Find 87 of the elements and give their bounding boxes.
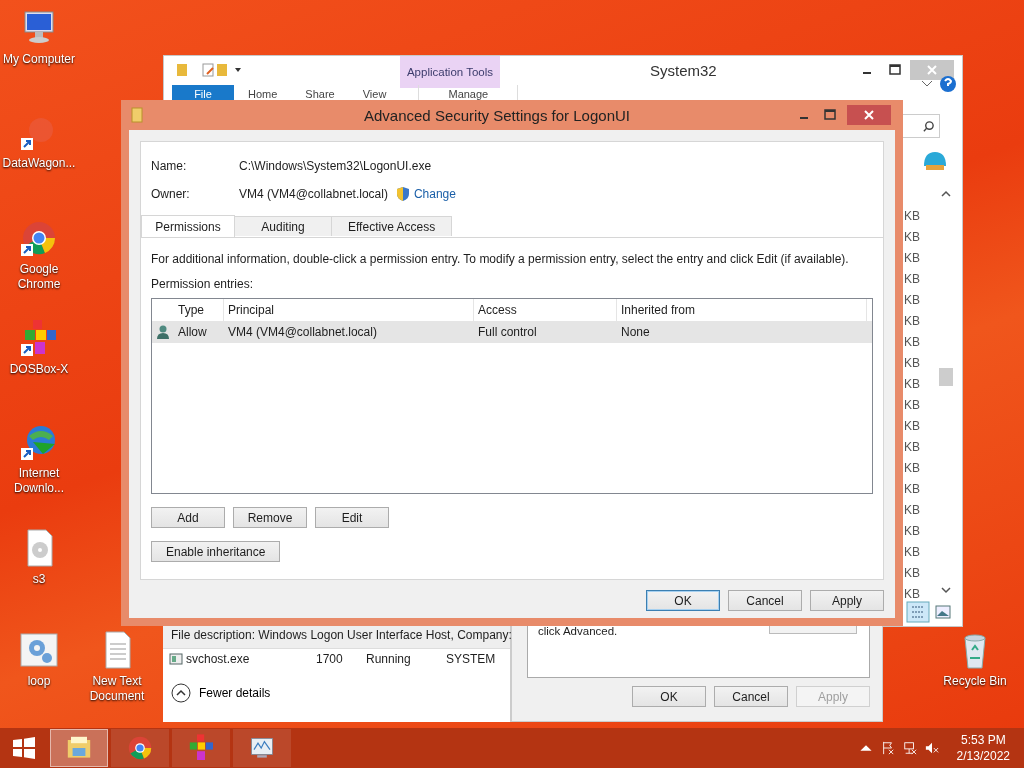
dialog-button[interactable]: OK [632,686,706,707]
tab[interactable]: Effective Access [331,216,453,236]
entry-button[interactable]: Add [151,507,225,528]
gear-icon[interactable] [19,630,59,670]
dialog-button[interactable]: Cancel [714,686,788,707]
ribbon-tab[interactable]: Share [291,85,349,102]
dialog-button[interactable]: Apply [810,590,884,611]
file-size: KB [904,397,920,414]
network-icon[interactable] [902,741,917,755]
view-mode-icon[interactable] [906,601,954,623]
file-size: KB [904,355,920,372]
name-label: Name: [151,159,188,173]
dialog-button[interactable]: Cancel [728,590,802,611]
start-icon[interactable] [12,736,36,760]
enable-inheritance-button[interactable]: Enable inheritance [151,541,281,562]
table-cell-text: Allow [177,325,208,339]
process-status: Running [366,652,412,666]
file-size: KB [904,334,920,351]
flag-icon[interactable] [880,741,895,755]
user-icon [156,324,170,340]
process-icon [169,653,183,665]
close-icon[interactable] [847,105,891,125]
dialog-title: Advanced Security Settings for LogonUI [363,106,631,124]
permission-entries-label: Permission entries: [151,277,255,291]
process-name: svchost.exe [186,652,251,666]
window-title: System32 [650,62,717,79]
close-icon[interactable] [910,60,954,80]
file-path: C:\Windows\System32\LogonUI.exe [239,159,432,173]
tab[interactable]: Auditing [234,216,332,236]
file-size: KB [904,376,920,393]
folder-icon [131,107,143,123]
file-size: KB [904,439,920,456]
contextual-tab-label: Application Tools [400,56,500,88]
scroll-down-icon[interactable] [941,586,951,594]
file-size: KB [904,418,920,435]
owner-label: Owner: [151,187,191,201]
chrome-taskbar-button[interactable] [111,729,169,767]
file-size: KB [904,544,920,561]
monitor-taskbar-button[interactable] [233,729,291,767]
table-cell-text: None [620,325,651,339]
desktop-icon-label[interactable]: New Text Document [78,674,156,704]
owner-value: VM4 (VM4@collabnet.local) [239,187,388,201]
desktop-icon-label[interactable]: DOSBox-X [0,362,78,377]
desktop-icon-label[interactable]: Internet Downlo... [0,466,78,496]
fewer-details-button[interactable]: Fewer details [171,683,271,703]
tab[interactable]: Permissions [141,215,235,237]
file-size: KB [904,502,920,519]
table-cell-text: VM4 (VM4@collabnet.local) [227,325,378,339]
file-size: KB [904,208,920,225]
process-user: SYSTEM [446,652,496,666]
table-cell-text: Full control [477,325,538,339]
info-text: For additional information, double-click a permission entry. To modify a permission entry, select the entry and click Edit (if available). [151,252,850,266]
change-link[interactable]: Change [413,187,456,201]
desktop-icon-label[interactable]: My Computer [0,52,78,67]
muted-speaker-icon[interactable] [924,741,939,755]
file-size: KB [904,586,920,603]
desktop-icon-label[interactable]: Google Chrome [0,262,78,292]
ribbon-tab[interactable]: Home [234,85,292,102]
dosbox-icon[interactable] [19,318,59,358]
file-size: KB [904,481,920,498]
file-size: KB [904,292,920,309]
shell-icon[interactable] [922,150,948,172]
scroll-up-icon[interactable] [941,190,951,198]
desktop-icon-label[interactable]: DataWagon... [0,156,78,171]
file-size: KB [904,250,920,267]
desktop-icon-label[interactable]: Recycle Bin [936,674,1014,689]
clock-date[interactable]: 2/13/2022 [956,748,1010,764]
dialog-button[interactable]: OK [646,590,720,611]
file-size: KB [904,523,920,540]
ribbon-tab[interactable]: View [348,85,401,102]
process-pid: 1700 [316,652,344,666]
desktop-icon-label[interactable]: s3 [0,572,78,587]
file-size: KB [904,565,920,582]
clock-time[interactable]: 5:53 PM [960,732,1006,748]
shield-icon [395,186,410,202]
permission-row[interactable]: Allow VM4 (VM4@collabnet.local) Full control None [152,321,872,343]
file-size: KB [904,271,920,288]
search-icon [922,119,935,133]
collapse-icon [171,683,191,703]
file-size: KB [904,460,920,477]
instruction-text: click Advanced. [538,625,618,637]
scroll-thumb[interactable] [939,368,953,386]
file-explorer-taskbar-button[interactable] [50,729,108,767]
entry-button[interactable]: Remove [233,507,307,528]
file-size: KB [904,229,920,246]
entry-button[interactable]: Edit [315,507,389,528]
file-size: KB [904,313,920,330]
